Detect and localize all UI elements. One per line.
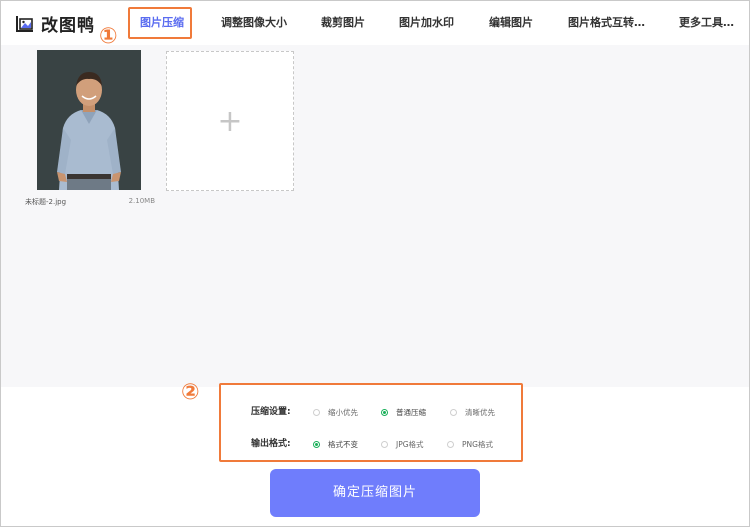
radio-icon[interactable] bbox=[447, 440, 454, 448]
logo-icon bbox=[16, 16, 33, 32]
option-format-unchanged[interactable]: 格式不变 bbox=[313, 436, 358, 452]
radio-selected-icon[interactable] bbox=[381, 408, 388, 416]
option-label: 普通压缩 bbox=[396, 407, 426, 417]
app-name: 改图鸭 bbox=[41, 15, 95, 36]
output-format-row: 输出格式: 格式不变 JPG格式 PNG格式 bbox=[221, 436, 521, 452]
option-label: JPG格式 bbox=[396, 439, 424, 449]
option-shrink-first[interactable]: 缩小优先 bbox=[313, 404, 358, 420]
file-name: 未标题-2.jpg bbox=[25, 198, 67, 206]
top-header: 改图鸭 图片压缩 调整图像大小 裁剪图片 图片加水印 编辑图片 图片格式互转… … bbox=[1, 1, 749, 49]
option-label: 格式不变 bbox=[328, 439, 358, 449]
radio-selected-icon[interactable] bbox=[313, 440, 320, 448]
output-format-label: 输出格式: bbox=[251, 439, 291, 449]
option-clarity-first[interactable]: 清晰优先 bbox=[450, 404, 495, 420]
radio-icon[interactable] bbox=[381, 440, 388, 448]
compression-settings-panel: 压缩设置: 缩小优先 普通压缩 清晰优先 输出格式: 格式不变 JPG格式 PN… bbox=[219, 383, 523, 462]
app-frame: 改图鸭 图片压缩 调整图像大小 裁剪图片 图片加水印 编辑图片 图片格式互转… … bbox=[0, 0, 750, 527]
annotation-box-nav bbox=[128, 7, 192, 39]
nav-item-watermark[interactable]: 图片加水印 bbox=[399, 1, 454, 45]
nav-item-convert[interactable]: 图片格式互转… bbox=[568, 1, 645, 45]
radio-icon[interactable] bbox=[313, 408, 320, 416]
annotation-step-2: ② bbox=[181, 380, 200, 405]
nav-item-resize[interactable]: 调整图像大小 bbox=[221, 1, 287, 45]
add-image-tile[interactable]: + bbox=[166, 51, 294, 191]
radio-icon[interactable] bbox=[450, 408, 457, 416]
nav-item-more-tools[interactable]: 更多工具… bbox=[679, 1, 734, 45]
compression-setting-row: 压缩设置: 缩小优先 普通压缩 清晰优先 bbox=[221, 404, 521, 420]
person-photo bbox=[37, 50, 141, 190]
confirm-compress-button[interactable]: 确定压缩图片 bbox=[270, 469, 480, 517]
nav-item-edit[interactable]: 编辑图片 bbox=[489, 1, 533, 45]
option-label: PNG格式 bbox=[462, 439, 493, 449]
upload-area: 未标题-2.jpg 2.10MB + bbox=[1, 45, 749, 387]
compression-setting-label: 压缩设置: bbox=[251, 407, 291, 417]
option-png-format[interactable]: PNG格式 bbox=[447, 436, 493, 452]
option-jpg-format[interactable]: JPG格式 bbox=[381, 436, 424, 452]
nav-item-crop[interactable]: 裁剪图片 bbox=[321, 1, 365, 45]
plus-icon: + bbox=[217, 104, 243, 139]
file-size: 2.10MB bbox=[128, 197, 155, 205]
option-label: 缩小优先 bbox=[328, 407, 358, 417]
option-label: 清晰优先 bbox=[465, 407, 495, 417]
app-logo[interactable]: 改图鸭 bbox=[15, 11, 95, 36]
file-meta: 未标题-2.jpg 2.10MB bbox=[25, 197, 155, 207]
option-normal-compress[interactable]: 普通压缩 bbox=[381, 404, 426, 420]
image-thumbnail[interactable] bbox=[37, 50, 141, 190]
